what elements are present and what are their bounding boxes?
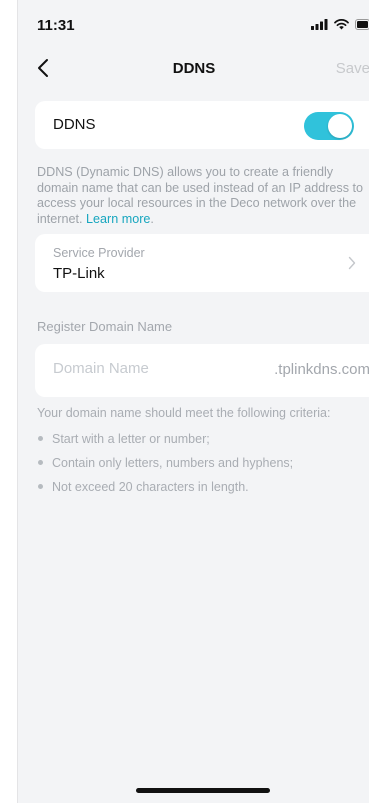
chevron-right-icon	[348, 256, 356, 270]
bullet-dot	[38, 484, 43, 489]
page-title: DDNS	[172, 60, 216, 77]
list-item: Contain only letters, numbers and hyphen…	[37, 456, 367, 480]
criteria-item-text: Start with a letter or number;	[52, 432, 210, 446]
ddns-description: DDNS (Dynamic DNS) allows you to create …	[37, 165, 367, 227]
signal-icon	[311, 19, 328, 30]
learn-more-link[interactable]: Learn more	[86, 212, 150, 226]
ddns-toggle-card: DDNS	[35, 101, 369, 149]
domain-name-card: .tplinkdns.com	[35, 344, 369, 397]
service-provider-row[interactable]: Service Provider TP-Link	[35, 234, 369, 292]
list-item: Start with a letter or number;	[37, 432, 367, 456]
domain-name-input[interactable]	[53, 360, 233, 377]
toggle-knob	[328, 114, 352, 138]
list-item: Not exceed 20 characters in length.	[37, 480, 367, 504]
criteria-list: Start with a letter or number; Contain o…	[37, 432, 367, 504]
ddns-toggle-switch[interactable]	[304, 112, 354, 140]
service-provider-value: TP-Link	[53, 265, 105, 282]
battery-icon	[355, 19, 369, 30]
home-indicator[interactable]	[136, 788, 270, 793]
save-button[interactable]: Save	[336, 60, 369, 77]
status-icons	[311, 19, 369, 30]
criteria-item-text: Contain only letters, numbers and hyphen…	[52, 456, 294, 470]
status-time: 11:31	[37, 17, 75, 34]
ddns-toggle-label: DDNS	[53, 116, 96, 133]
bullet-dot	[38, 460, 43, 465]
navigation-bar: DDNS Save	[18, 50, 369, 88]
register-domain-heading: Register Domain Name	[37, 319, 173, 334]
app-screen: 11:31 DDNS Save DDNS DDNS (Dynamic DNS) …	[17, 0, 369, 803]
service-provider-label: Service Provider	[53, 246, 145, 260]
criteria-item-text: Not exceed 20 characters in length.	[52, 480, 249, 494]
domain-suffix: .tplinkdns.com	[274, 361, 369, 378]
bullet-dot	[38, 436, 43, 441]
wifi-icon	[334, 19, 349, 30]
criteria-heading: Your domain name should meet the followi…	[37, 406, 331, 420]
description-period: .	[150, 211, 154, 226]
status-bar: 11:31	[18, 0, 369, 50]
